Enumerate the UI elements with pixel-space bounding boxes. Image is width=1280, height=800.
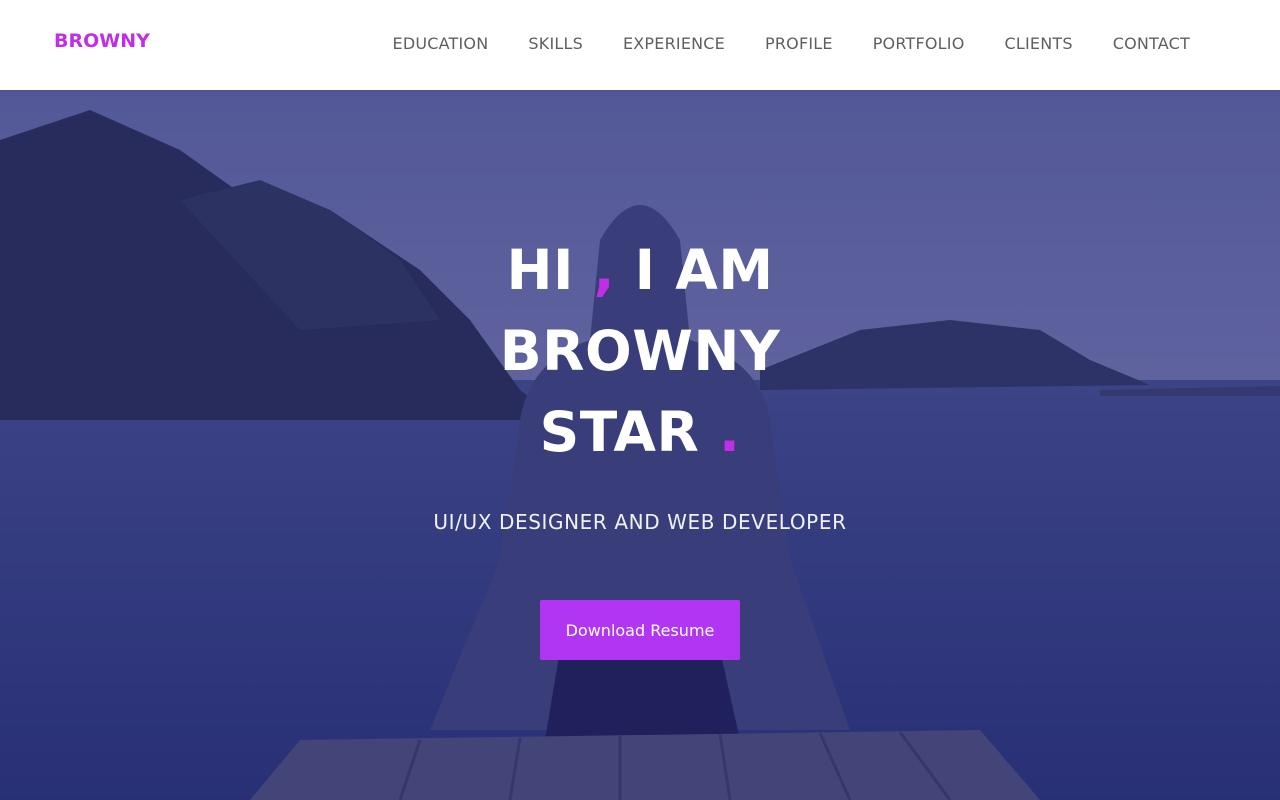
headline-line-3: STAR . xyxy=(0,400,1280,464)
nav-item-experience[interactable]: EXPERIENCE xyxy=(623,34,725,54)
nav-item-contact[interactable]: CONTACT xyxy=(1113,34,1190,54)
headline-i-am: I AM xyxy=(615,238,774,302)
nav-item-education[interactable]: EDUCATION xyxy=(393,34,489,54)
top-navbar: BROWNY EDUCATION SKILLS EXPERIENCE PROFI… xyxy=(0,0,1280,90)
hero-subtitle: UI/UX DESIGNER AND WEB DEVELOPER xyxy=(433,510,847,534)
brand-logo[interactable]: BROWNY xyxy=(54,30,150,52)
headline-dot: . xyxy=(719,400,741,464)
download-resume-button[interactable]: Download Resume xyxy=(540,600,740,660)
headline-comma: , xyxy=(593,238,615,302)
headline-star: STAR xyxy=(539,400,720,464)
headline-line-2: BROWNY xyxy=(499,319,781,383)
nav-item-profile[interactable]: PROFILE xyxy=(765,34,833,54)
headline-line-1: HI , I AM xyxy=(0,238,1280,302)
nav-item-portfolio[interactable]: PORTFOLIO xyxy=(873,34,965,54)
nav-item-skills[interactable]: SKILLS xyxy=(528,34,583,54)
nav-item-clients[interactable]: CLIENTS xyxy=(1005,34,1073,54)
headline-hi: HI xyxy=(506,238,594,302)
hero-content: HI , I AM BROWNY STAR . UI/UX DESIGNER A… xyxy=(0,90,1280,800)
hero-section: HI , I AM BROWNY STAR . UI/UX DESIGNER A… xyxy=(0,90,1280,800)
main-nav: EDUCATION SKILLS EXPERIENCE PROFILE PORT… xyxy=(393,34,1190,54)
